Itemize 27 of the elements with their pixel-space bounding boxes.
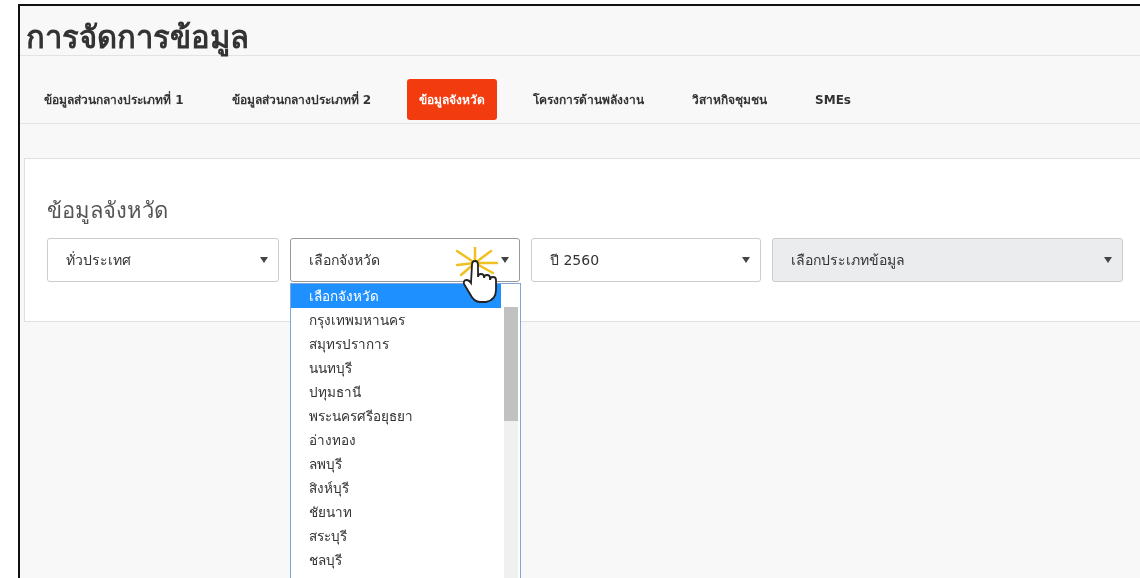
caret-icon [1104,257,1112,263]
dropdown-option[interactable]: นนทบุรี [291,356,501,380]
dropdown-option[interactable]: สมุทรปราการ [291,332,501,356]
select-field[interactable]: ปี 2560 [531,238,761,282]
select-field[interactable]: ทั่วประเทศ [47,238,279,282]
scrollbar-track[interactable] [504,307,518,578]
tab[interactable]: โครงการด้านพลังงาน [521,79,657,120]
tab[interactable]: ข้อมูลส่วนกลางประเภทที่ 1 [32,79,196,120]
caret-icon [742,257,750,263]
page-title: การจัดการข้อมูล [26,18,249,59]
dropdown-option[interactable]: ชลบุรี [291,548,501,572]
caret-icon [501,257,509,263]
dropdown-option[interactable]: พระนครศรีอยุธยา [291,404,501,428]
card-title: ข้อมูลจังหวัด [47,197,168,226]
tab[interactable]: SMEs [803,81,863,118]
caret-icon [260,257,268,263]
tab[interactable]: วิสาหกิจชุมชน [680,79,780,120]
dropdown-option[interactable]: สิงห์บุรี [291,476,501,500]
tab[interactable]: ข้อมูลส่วนกลางประเภทที่ 2 [219,79,384,120]
scrollbar-thumb[interactable] [504,307,518,421]
dropdown-option[interactable]: ปทุมธานี [291,380,501,404]
dropdown-option[interactable]: ชัยนาท [291,500,501,524]
dropdown-option[interactable]: ลพบุรี [291,452,501,476]
dropdown-option[interactable]: กรุงเทพมหานคร [291,308,501,332]
dropdown-option[interactable]: อ่างทอง [291,428,501,452]
tab[interactable]: ข้อมูลจังหวัด [407,79,498,120]
dropdown-option[interactable]: สระบุรี [291,524,501,548]
